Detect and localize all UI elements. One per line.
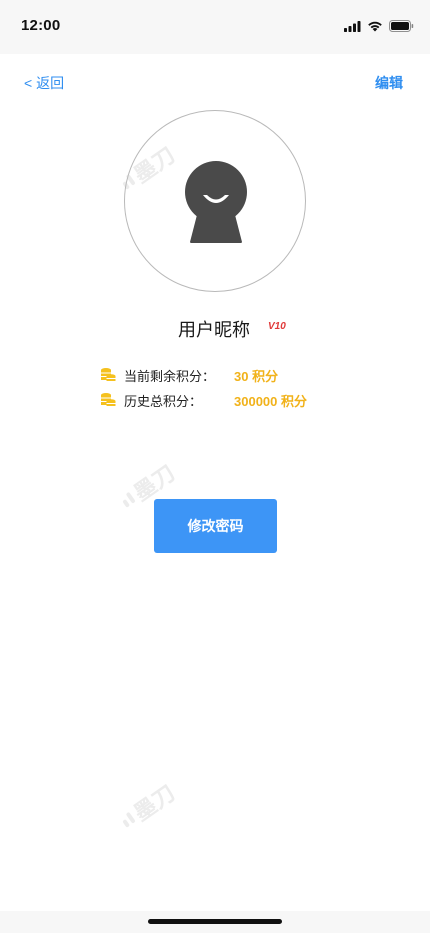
total-points-label: 历史总积分： (124, 393, 203, 409)
status-time: 12:00 (21, 17, 61, 34)
edit-button[interactable]: 编辑 (375, 73, 403, 93)
user-nickname: 用户昵称 (178, 320, 250, 340)
status-icons (344, 19, 414, 33)
user-avatar-icon (185, 161, 247, 243)
status-bar: 12:00 (0, 0, 430, 54)
coin-stack-icon (101, 393, 116, 406)
cellular-signal-icon (344, 20, 361, 32)
back-button[interactable]: < 返回 (24, 73, 64, 93)
current-points-row: 当前剩余积分： 30 积分 (100, 365, 278, 385)
watermark-mark-icon (120, 491, 136, 508)
total-points-row: 历史总积分： 300000 积分 (100, 390, 307, 410)
change-password-button[interactable]: 修改密码 (154, 499, 277, 553)
avatar[interactable] (124, 110, 306, 292)
battery-icon (389, 20, 414, 32)
current-points-label: 当前剩余积分： (124, 368, 216, 384)
profile-screen: 12:00 < 返回 编辑 墨刀 墨刀 墨刀 用户昵称 V10 当前剩余积分： … (0, 0, 430, 933)
vip-level-badge: V10 (268, 321, 286, 332)
watermark-logo: 墨刀 (114, 776, 181, 836)
home-indicator[interactable] (148, 919, 282, 924)
wifi-icon (368, 21, 382, 32)
current-points-value: 30 积分 (234, 368, 279, 384)
coin-stack-icon (101, 368, 116, 381)
total-points-value: 300000 积分 (234, 393, 307, 409)
watermark-mark-icon (120, 811, 136, 828)
